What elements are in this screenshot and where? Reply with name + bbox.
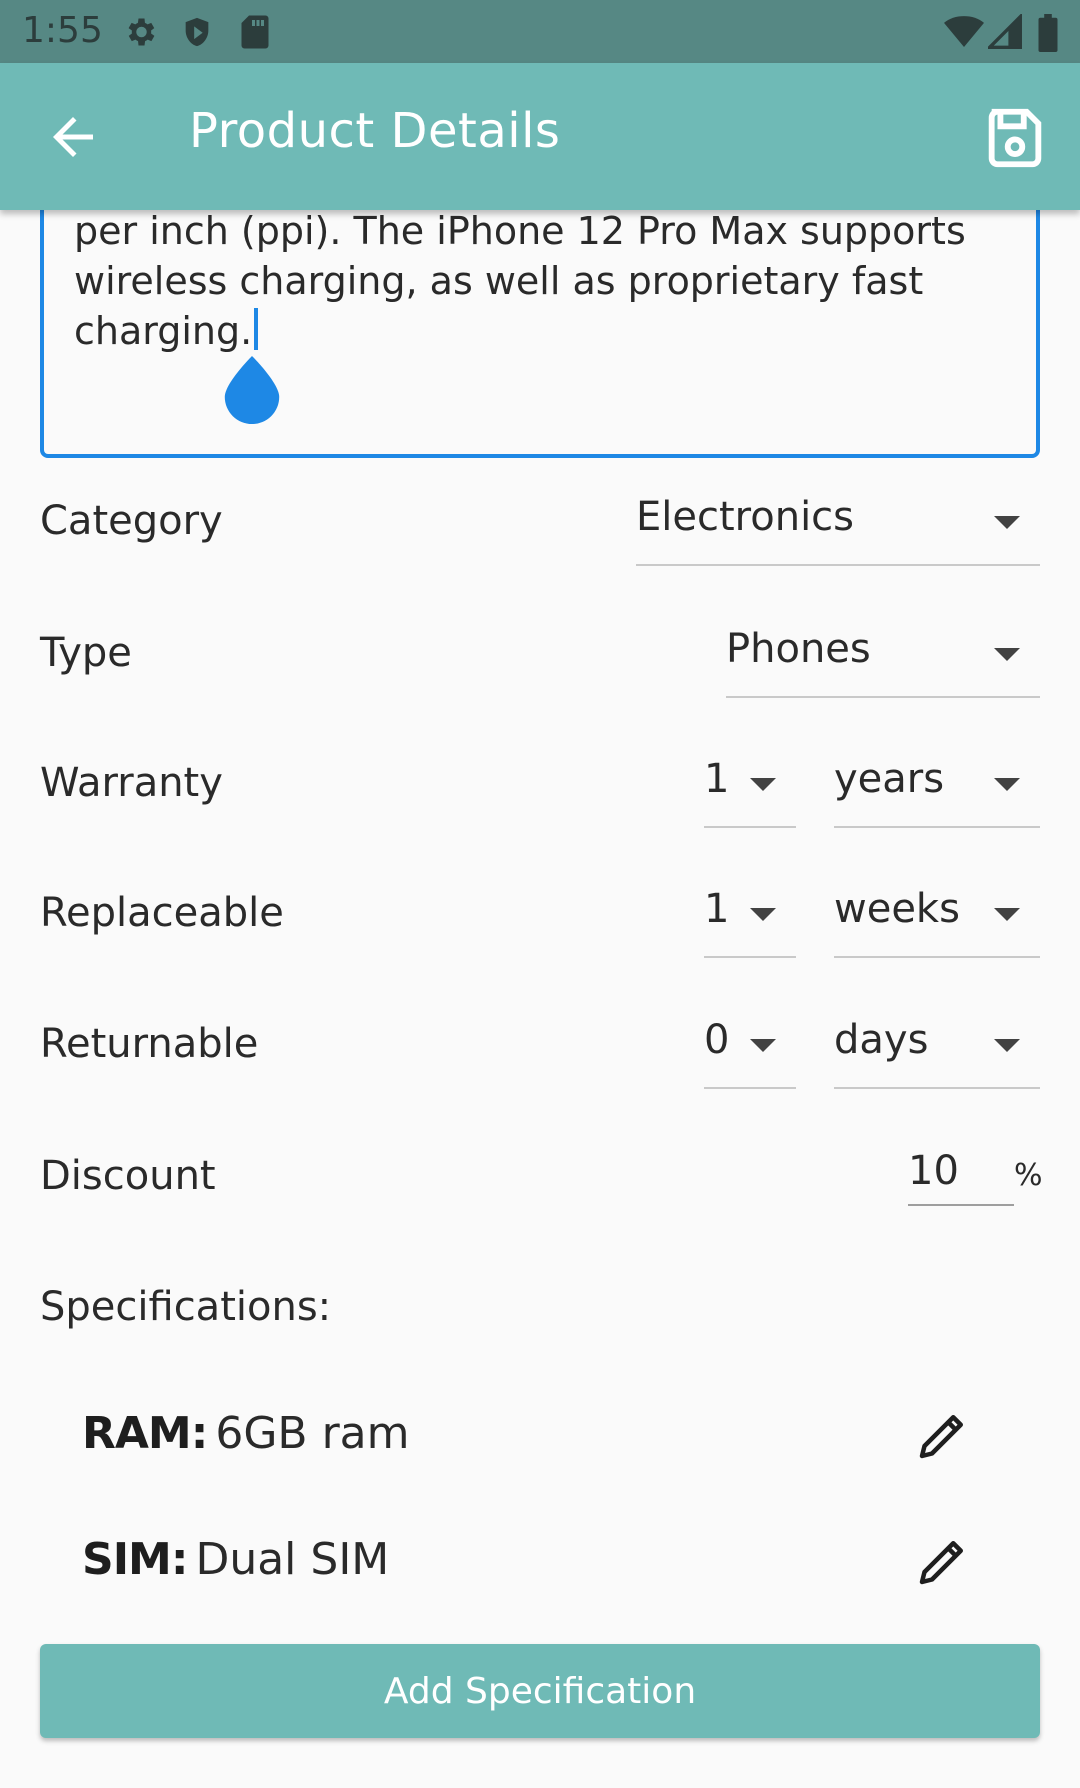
warranty-label: Warranty — [40, 760, 223, 806]
category-dropdown[interactable]: Electronics — [636, 476, 1040, 566]
edit-spec-button[interactable] — [912, 1532, 972, 1592]
discount-label: Discount — [40, 1153, 216, 1199]
sd-card-icon — [240, 14, 270, 54]
replaceable-unit: weeks — [834, 886, 960, 932]
status-time: 1:55 — [22, 10, 103, 51]
page-title: Product Details — [189, 103, 561, 159]
chevron-down-icon — [750, 1039, 776, 1052]
discount-input[interactable]: 10 — [908, 1140, 1014, 1206]
category-label: Category — [40, 498, 223, 544]
status-bar: 1:55 — [0, 0, 1080, 63]
chevron-down-icon — [994, 516, 1020, 529]
pencil-icon — [919, 1541, 963, 1585]
add-specification-button[interactable]: Add Specification — [40, 1644, 1040, 1738]
spec-text: SIM: Dual SIM — [82, 1534, 389, 1585]
warranty-unit: years — [834, 756, 945, 802]
description-line: per inch (ppi). The iPhone 12 Pro Max su… — [74, 209, 966, 253]
returnable-amount-dropdown[interactable]: 0 — [704, 999, 796, 1089]
spec-text: RAM: 6GB ram — [82, 1408, 410, 1459]
replaceable-amount-dropdown[interactable]: 1 — [704, 868, 796, 958]
spec-item: RAM: 6GB ram — [82, 1398, 982, 1478]
type-dropdown[interactable]: Phones — [726, 608, 1040, 698]
returnable-label: Returnable — [40, 1021, 259, 1067]
warranty-amount: 1 — [704, 756, 730, 802]
shield-play-icon — [180, 14, 214, 54]
description-text: per inch (ppi). The iPhone 12 Pro Max su… — [74, 206, 1004, 356]
spec-value: 6GB ram — [215, 1408, 410, 1459]
chevron-down-icon — [994, 648, 1020, 661]
description-line: charging. — [74, 309, 253, 353]
replaceable-unit-dropdown[interactable]: weeks — [834, 868, 1040, 958]
text-caret — [254, 308, 259, 350]
discount-suffix: % — [1014, 1158, 1043, 1193]
returnable-unit: days — [834, 1017, 929, 1063]
discount-value: 10 — [908, 1148, 959, 1194]
wifi-icon — [944, 14, 984, 54]
cell-signal-icon — [985, 12, 1022, 54]
spec-item: SIM: Dual SIM — [82, 1524, 982, 1604]
pencil-icon — [919, 1415, 963, 1459]
warranty-unit-dropdown[interactable]: years — [834, 738, 1040, 828]
save-icon — [988, 108, 1042, 168]
edit-spec-button[interactable] — [912, 1406, 972, 1466]
spec-value: Dual SIM — [195, 1534, 390, 1585]
returnable-unit-dropdown[interactable]: days — [834, 999, 1040, 1089]
type-label: Type — [40, 630, 132, 676]
text-selection-handle[interactable] — [222, 356, 282, 426]
chevron-down-icon — [994, 1039, 1020, 1052]
returnable-amount: 0 — [704, 1017, 730, 1063]
arrow-back-icon — [53, 117, 93, 157]
chevron-down-icon — [750, 778, 776, 791]
chevron-down-icon — [994, 778, 1020, 791]
battery-icon — [1036, 14, 1060, 56]
specifications-heading: Specifications: — [40, 1284, 332, 1330]
warranty-amount-dropdown[interactable]: 1 — [704, 738, 796, 828]
type-value: Phones — [726, 626, 871, 672]
replaceable-amount: 1 — [704, 886, 730, 932]
category-value: Electronics — [636, 494, 855, 540]
chevron-down-icon — [750, 908, 776, 921]
description-line: wireless charging, as well as proprietar… — [74, 259, 924, 303]
replaceable-label: Replaceable — [40, 890, 284, 936]
save-button[interactable] — [980, 103, 1050, 173]
gear-icon — [122, 14, 158, 54]
spec-key: RAM: — [82, 1408, 208, 1459]
description-line-last: charging. — [74, 306, 1004, 356]
spec-key: SIM: — [82, 1534, 188, 1585]
chevron-down-icon — [994, 908, 1020, 921]
back-button[interactable] — [40, 107, 106, 167]
app-bar: Product Details — [0, 63, 1080, 210]
